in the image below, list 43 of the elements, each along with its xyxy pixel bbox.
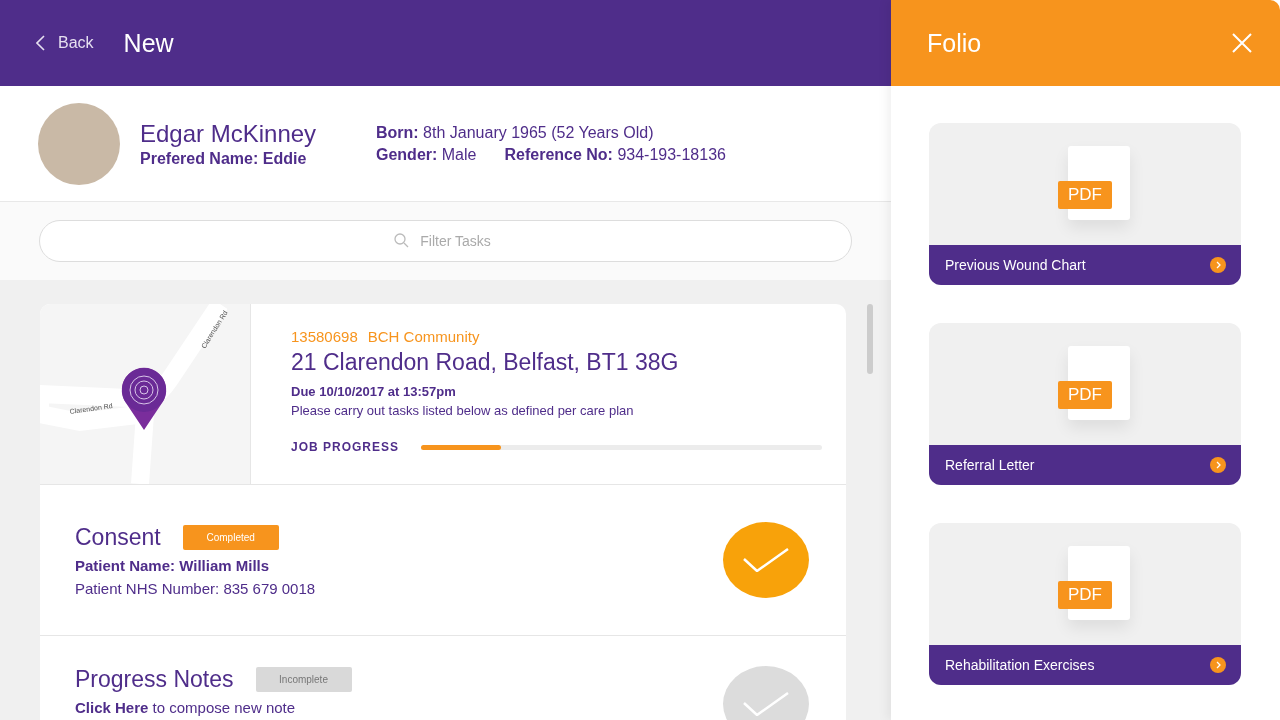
map-pin-icon: [121, 367, 167, 430]
file-type-label: PDF: [1058, 581, 1112, 609]
gender-text: Gender: Male: [376, 145, 477, 164]
birth-date: Born: 8th January 1965 (52 Years Old): [376, 123, 655, 142]
compose-note-text: Click Here to compose new note: [75, 699, 297, 716]
arrow-circle-icon: [1210, 657, 1226, 673]
checkmark-icon: [743, 548, 789, 572]
status-badge: Completed: [182, 524, 279, 550]
patient-name: Edgar McKinney: [140, 119, 318, 148]
back-button[interactable]: Back: [36, 34, 94, 52]
status-badge: Incomplete: [255, 667, 352, 692]
arrow-circle-icon: [1210, 457, 1226, 473]
job-instructions: Please carry out tasks listed below as defined per care plan: [291, 403, 635, 418]
checkmark-button[interactable]: [723, 666, 809, 720]
job-address: 21 Clarendon Road, Belfast, BT1 38G: [291, 349, 680, 376]
document-card[interactable]: PDF Rehabilitation Exercises: [929, 523, 1241, 685]
job-number: 13580698: [291, 328, 358, 345]
file-type-label: PDF: [1058, 381, 1112, 409]
preferred-name: Prefered Name: Eddie: [140, 149, 308, 168]
chevron-left-icon: [36, 35, 46, 51]
document-title: Rehabilitation Exercises: [945, 657, 1095, 673]
checkmark-icon: [743, 692, 789, 716]
panel-title: Folio: [927, 28, 982, 58]
patient-detail: Patient NHS Number: 835 679 0018: [75, 579, 317, 597]
filter-field[interactable]: Filter Tasks: [39, 220, 852, 262]
page-title: New: [123, 28, 174, 58]
document-title: Previous Wound Chart: [945, 257, 1086, 273]
due-date: Due 10/10/2017 at 13:57pm: [291, 384, 457, 399]
document-card[interactable]: PDF Previous Wound Chart: [929, 123, 1241, 285]
close-icon: [1232, 33, 1252, 53]
document-title: Referral Letter: [945, 457, 1035, 473]
scrollbar-thumb[interactable]: [867, 304, 873, 374]
file-type-label: PDF: [1058, 181, 1112, 209]
reference-number: Reference No: 934-193-18136: [504, 145, 726, 164]
task-title: Consent: [75, 523, 161, 551]
task-title: Progress Notes: [75, 666, 234, 693]
compose-link[interactable]: Click Here: [75, 699, 149, 716]
organisation-name: BCH Community: [367, 328, 480, 345]
arrow-circle-icon: [1210, 257, 1226, 273]
progress-label: JOB PROGRESS: [291, 440, 400, 454]
document-card[interactable]: PDF Referral Letter: [929, 323, 1241, 485]
close-button[interactable]: [1232, 33, 1252, 53]
patient-detail: Patient Name: William Mills: [75, 556, 271, 574]
